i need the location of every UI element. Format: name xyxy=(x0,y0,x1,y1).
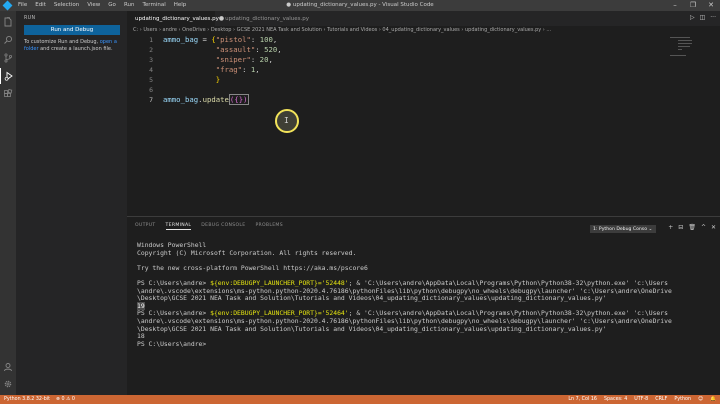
tab-output[interactable]: OUTPUT xyxy=(135,223,156,230)
terminal-line: \Desktop\GCSE 2021 NEA Task and Solution… xyxy=(137,324,607,333)
code-line-2: "assault": 520, xyxy=(215,45,282,54)
terminal-line: Try the new cross-platform PowerShell ht… xyxy=(137,263,368,272)
more-actions-icon[interactable]: ··· xyxy=(710,14,716,21)
desc-text-after: and create a launch.json file. xyxy=(38,46,113,52)
source-control-icon[interactable] xyxy=(0,50,16,66)
minimize-button[interactable]: – xyxy=(666,0,684,11)
maximize-button[interactable]: ❐ xyxy=(684,0,702,11)
status-bar: Python 3.8.2 32-bit ⊗ 0 ⚠ 0 Ln 7, Col 16… xyxy=(0,395,720,404)
breadcrumb[interactable]: C: › Users › andre › OneDrive › Desktop … xyxy=(127,26,720,35)
terminal-line: \Desktop\GCSE 2021 NEA Task and Solution… xyxy=(137,294,607,303)
terminal-output-value: 18 xyxy=(137,332,145,341)
tab-debug-console[interactable]: DEBUG CONSOLE xyxy=(201,223,245,230)
vscode-logo-icon xyxy=(0,0,14,11)
menu-run[interactable]: Run xyxy=(120,0,139,11)
kill-terminal-icon[interactable]: 🗑 xyxy=(688,224,696,231)
code-line-1: ammo_bag = {"pistol": 100, xyxy=(163,35,278,44)
account-icon[interactable] xyxy=(0,359,16,375)
terminal-selector-dropdown[interactable]: 1: Python Debug Conso ⌄ xyxy=(590,225,656,233)
line-number: 2 xyxy=(149,46,153,54)
split-editor-icon[interactable]: ◫ xyxy=(700,14,706,21)
eol-status[interactable]: CRLF xyxy=(655,395,667,404)
language-mode-status[interactable]: Python xyxy=(674,395,691,404)
editor-actions: ▷ ◫ ··· xyxy=(690,14,716,21)
code-lines: ammo_bag = {"pistol": 100, "assault": 52… xyxy=(163,35,282,105)
run-and-debug-button[interactable]: Run and Debug xyxy=(24,25,120,35)
indentation-status[interactable]: Spaces: 4 xyxy=(604,395,627,404)
settings-gear-icon[interactable] xyxy=(0,376,16,392)
bottom-panel: OUTPUT TERMINAL DEBUG CONSOLE PROBLEMS 1… xyxy=(127,216,720,395)
explorer-icon[interactable] xyxy=(0,14,16,30)
code-editor[interactable]: 1 2 3 4 5 6 7 ammo_bag = {"pistol": 100,… xyxy=(127,35,720,216)
menu-go[interactable]: Go xyxy=(104,0,120,11)
terminal-output[interactable]: Windows PowerShell Copyright (C) Microso… xyxy=(137,241,712,348)
tab-label: updating_dictionary_values.py xyxy=(225,15,309,22)
line-number: 3 xyxy=(149,56,153,64)
tab-terminal[interactable]: TERMINAL xyxy=(165,223,192,230)
run-sidebar: RUN Run and Debug To customize Run and D… xyxy=(16,11,127,395)
run-file-icon[interactable]: ▷ xyxy=(690,14,695,21)
encoding-status[interactable]: UTF-8 xyxy=(634,395,648,404)
tab-updating-dictionary-values[interactable]: updating_dictionary_values.py xyxy=(217,11,309,26)
maximize-panel-icon[interactable]: ^ xyxy=(701,224,706,231)
new-terminal-icon[interactable]: + xyxy=(668,224,673,231)
problems-status[interactable]: ⊗ 0 ⚠ 0 xyxy=(56,397,75,402)
menu-terminal[interactable]: Terminal xyxy=(138,0,169,11)
code-line-7: ammo_bag.update({}) xyxy=(163,94,249,105)
panel-tabs: OUTPUT TERMINAL DEBUG CONSOLE PROBLEMS xyxy=(135,223,283,230)
window-controls: – ❐ ✕ xyxy=(666,0,720,11)
line-number: 5 xyxy=(149,76,153,84)
notifications-bell-icon[interactable]: 🔔 xyxy=(710,395,716,404)
line-number: 6 xyxy=(149,86,153,94)
editor-scrollbar[interactable] xyxy=(708,35,720,216)
terminal-line: Copyright (C) Microsoft Corporation. All… xyxy=(137,248,357,257)
extensions-icon[interactable] xyxy=(0,86,16,102)
tab-label: updating_dictionary_values.py xyxy=(135,15,219,22)
menu-selection[interactable]: Selection xyxy=(50,0,83,11)
desc-text-before: To customize Run and Debug, xyxy=(24,39,100,45)
status-right: Ln 7, Col 16 Spaces: 4 UTF-8 CRLF Python… xyxy=(568,395,716,404)
status-left: Python 3.8.2 32-bit ⊗ 0 ⚠ 0 xyxy=(0,397,75,402)
close-window-button[interactable]: ✕ xyxy=(702,0,720,11)
menu-help[interactable]: Help xyxy=(170,0,191,11)
menu-edit[interactable]: Edit xyxy=(31,0,50,11)
terminal-prompt: PS C:\Users\andre> xyxy=(137,339,211,348)
code-line-5: } xyxy=(215,75,221,84)
feedback-icon[interactable]: ☺ xyxy=(698,395,703,404)
text-cursor-icon: I xyxy=(284,116,289,125)
tab-updating-dictionary-values-active[interactable]: updating_dictionary_values.py ● xyxy=(127,11,224,26)
python-interpreter-status[interactable]: Python 3.8.2 32-bit xyxy=(4,397,50,402)
menu-bar: File Edit Selection View Go Run Terminal… xyxy=(14,0,190,11)
sidebar-description: To customize Run and Debug, open a folde… xyxy=(24,39,122,53)
code-line-4: "frag": 1, xyxy=(215,65,260,74)
tab-problems[interactable]: PROBLEMS xyxy=(255,223,282,230)
line-number-gutter: 1 2 3 4 5 6 7 xyxy=(127,35,157,105)
line-number: 4 xyxy=(149,66,153,74)
minimap[interactable] xyxy=(670,35,706,69)
run-debug-icon[interactable] xyxy=(0,68,16,84)
menu-view[interactable]: View xyxy=(83,0,104,11)
panel-actions: + ⊟ 🗑 ^ ✕ xyxy=(668,224,716,231)
close-panel-icon[interactable]: ✕ xyxy=(711,224,716,231)
cursor-position-status[interactable]: Ln 7, Col 16 xyxy=(568,395,597,404)
line-number: 1 xyxy=(149,36,153,44)
sidebar-title: RUN xyxy=(24,16,36,21)
code-line-3: "sniper": 20, xyxy=(215,55,273,64)
menu-file[interactable]: File xyxy=(14,0,31,11)
search-icon[interactable] xyxy=(0,32,16,48)
activity-bar xyxy=(0,11,16,395)
split-terminal-icon[interactable]: ⊟ xyxy=(678,224,683,231)
title-bar: File Edit Selection View Go Run Terminal… xyxy=(0,0,720,11)
editor-tab-bar: updating_dictionary_values.py ● updating… xyxy=(127,11,720,26)
line-number-current: 7 xyxy=(149,96,153,104)
